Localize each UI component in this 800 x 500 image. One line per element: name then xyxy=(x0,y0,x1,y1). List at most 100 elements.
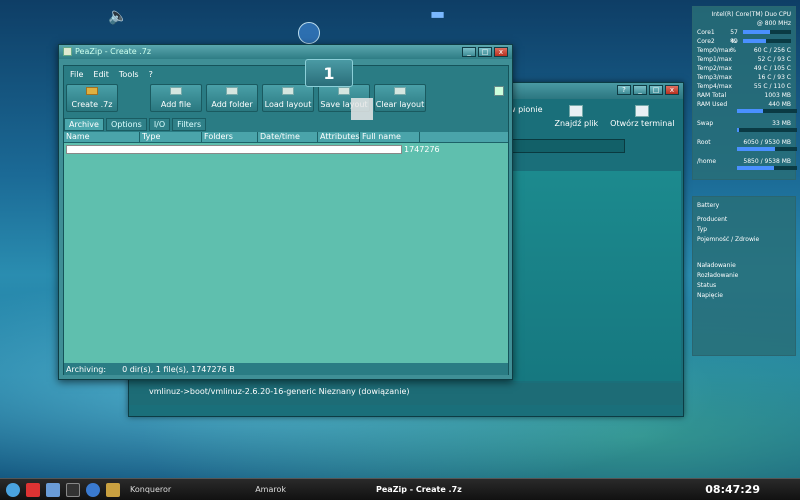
location-field[interactable] xyxy=(511,139,625,153)
core1-value: 57 % xyxy=(730,29,738,45)
archive-icon xyxy=(86,87,98,96)
peazip-content: File Edit Tools ? Create .7z Add file Ad… xyxy=(63,65,509,375)
tab-archive[interactable]: Archive xyxy=(64,118,104,131)
battery-widget: Battery Producent Typ Pojemność / Zdrowi… xyxy=(692,196,796,356)
logout-icon[interactable] xyxy=(26,482,40,497)
menu-edit[interactable]: Edit xyxy=(93,70,109,79)
temp0-value: 60 C / 256 C xyxy=(753,47,791,54)
file-list[interactable]: 1747276 xyxy=(64,143,508,363)
find-file-button[interactable]: Znajdź plik xyxy=(554,105,599,128)
col-folders[interactable]: Folders xyxy=(202,132,258,142)
file-icon xyxy=(170,87,182,96)
battery-type: Typ xyxy=(697,226,708,233)
status-bar: Archiving: 0 dir(s), 1 file(s), 1747276 … xyxy=(64,364,508,375)
close-button[interactable]: x xyxy=(665,85,679,95)
create-7z-button[interactable]: Create .7z xyxy=(66,84,118,112)
temp2-label: Temp2/max xyxy=(697,65,732,72)
temp4-value: 55 C / 110 C xyxy=(753,83,791,90)
swap-label: Swap xyxy=(697,120,714,127)
core2-value: 49 % xyxy=(730,38,738,54)
taskbar: Konqueror Amarok PeaZip - Create .7z 08:… xyxy=(0,478,800,500)
terminal-icon[interactable] xyxy=(66,482,80,497)
clear-icon xyxy=(394,87,406,96)
battery-producer: Producent xyxy=(697,216,728,223)
tab-io[interactable]: I/O xyxy=(148,118,171,131)
save-icon xyxy=(338,87,350,96)
lock-icon[interactable] xyxy=(494,86,504,96)
find-icon xyxy=(569,105,584,117)
column-header: Name Type Folders Date/time Attributes F… xyxy=(64,132,508,143)
menubar: File Edit Tools ? xyxy=(64,66,508,83)
browser-icon[interactable] xyxy=(86,482,100,497)
temp1-label: Temp1/max xyxy=(697,56,732,63)
globe-icon[interactable] xyxy=(298,22,320,44)
kmenu-icon[interactable] xyxy=(6,482,20,497)
ram-fill xyxy=(737,109,764,113)
task-amarok[interactable]: Amarok xyxy=(255,485,286,494)
terminal-icon xyxy=(635,105,650,117)
wrench-icon[interactable] xyxy=(106,482,120,497)
ram-total-label: RAM Total xyxy=(697,92,727,99)
col-type[interactable]: Type xyxy=(140,132,202,142)
tab-options[interactable]: Options xyxy=(105,118,147,131)
menu-tools[interactable]: Tools xyxy=(119,70,139,79)
ram-used-label: RAM Used xyxy=(697,101,728,108)
tab-filters[interactable]: Filters xyxy=(172,118,207,131)
core2-label: Core2 xyxy=(697,38,715,45)
app-icon xyxy=(63,47,72,56)
col-fullname[interactable]: Full name xyxy=(360,132,420,142)
home-label: /home xyxy=(697,158,717,165)
root-value: 6050 / 9530 MB xyxy=(743,139,791,146)
col-datetime[interactable]: Date/time xyxy=(258,132,318,142)
home-fill xyxy=(737,166,774,170)
col-name[interactable]: Name xyxy=(64,132,140,142)
folder-icon[interactable]: ▬ xyxy=(430,4,445,23)
maximize-button[interactable]: □ xyxy=(649,85,663,95)
menu-help[interactable]: ? xyxy=(149,70,153,79)
temp3-label: Temp3/max xyxy=(697,74,732,81)
clock[interactable]: 08:47:29 xyxy=(705,483,760,496)
core1-bar xyxy=(742,30,791,34)
task-konqueror[interactable]: Konqueror xyxy=(130,485,171,494)
split-vertical-button[interactable]: w pionie xyxy=(509,105,543,128)
battery-title: Battery xyxy=(697,202,720,209)
swap-bar xyxy=(737,128,797,132)
peazip-titlebar[interactable]: PeaZip - Create .7z xyxy=(59,45,512,59)
minimize-button[interactable]: _ xyxy=(633,85,647,95)
rename-field[interactable] xyxy=(66,145,402,154)
minimize-button[interactable]: _ xyxy=(462,47,476,57)
add-folder-button[interactable]: Add folder xyxy=(206,84,258,112)
open-terminal-button[interactable]: Otwórz terminal xyxy=(610,105,674,128)
home-folder-icon[interactable] xyxy=(46,482,60,497)
menu-file[interactable]: File xyxy=(70,70,83,79)
root-bar xyxy=(737,147,797,151)
peazip-window[interactable]: PeaZip - Create .7z _ □ x File Edit Tool… xyxy=(58,44,513,380)
root-fill xyxy=(737,147,775,151)
load-layout-label: Load layout xyxy=(264,99,312,109)
col-attributes[interactable]: Attributes xyxy=(318,132,360,142)
maximize-button[interactable]: □ xyxy=(478,47,492,57)
task-peazip[interactable]: PeaZip - Create .7z xyxy=(376,485,462,494)
battery-discharge: Rozładowanie xyxy=(697,272,739,279)
folder-icon xyxy=(226,87,238,96)
link-status: vmlinuz->boot/vmlinuz-2.6.20-16-generic … xyxy=(149,387,410,396)
core1-label: Core1 xyxy=(697,29,715,36)
clear-layout-button[interactable]: Clear layout xyxy=(374,84,426,112)
add-file-button[interactable]: Add file xyxy=(150,84,202,112)
speaker-icon[interactable]: 🔈 xyxy=(108,6,128,25)
close-button[interactable]: x xyxy=(494,47,508,57)
konqueror-view[interactable] xyxy=(513,171,681,381)
temp3-value: 16 C / 93 C xyxy=(757,74,791,81)
add-folder-label: Add folder xyxy=(211,99,253,109)
konq-tool-label: w pionie xyxy=(509,105,543,114)
drag-count: 1 xyxy=(323,64,335,83)
clear-layout-label: Clear layout xyxy=(375,99,425,109)
battery-capacity: Pojemność / Zdrowie xyxy=(697,236,760,243)
load-layout-button[interactable]: Load layout xyxy=(262,84,314,112)
battery-status: Status xyxy=(697,282,717,289)
status-label: Archiving: xyxy=(66,365,107,374)
konq-tool-label: Znajdź plik xyxy=(554,119,599,128)
help-button[interactable]: ? xyxy=(617,85,631,95)
battery-voltage: Napięcie xyxy=(697,292,723,299)
size-value: 1747276 xyxy=(404,145,440,154)
